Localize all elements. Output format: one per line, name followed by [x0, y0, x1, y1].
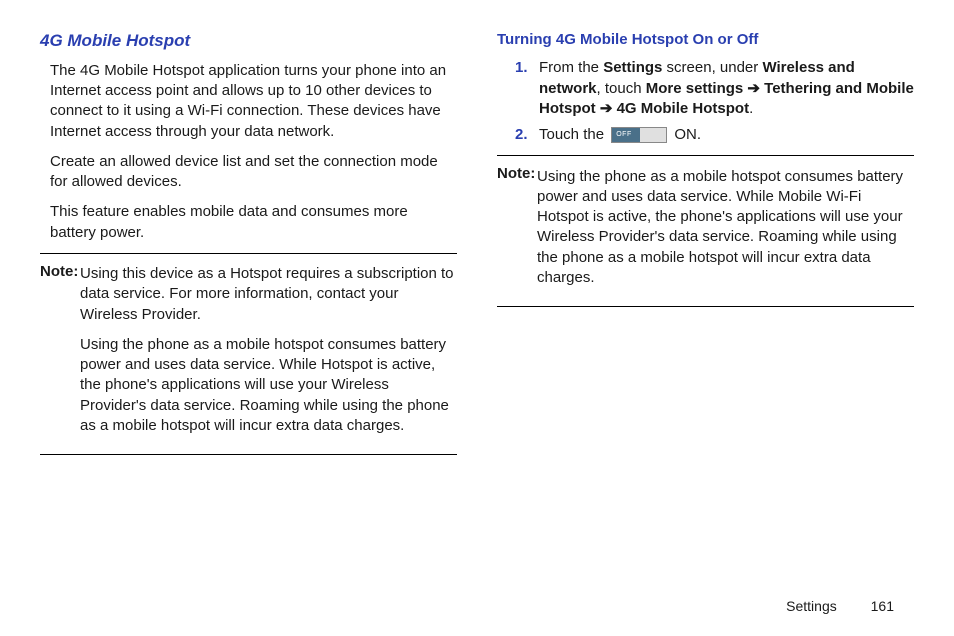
list-item: 1. From the Settings screen, under Wirel…: [515, 58, 914, 119]
note-block: Note: Using this device as a Hotspot req…: [40, 253, 457, 455]
note-line: Note: Using this device as a Hotspot req…: [40, 262, 457, 325]
paragraph: Create an allowed device list and set th…: [50, 152, 457, 193]
left-column: 4G Mobile Hotspot The 4G Mobile Hotspot …: [40, 30, 457, 465]
text: , touch: [597, 80, 646, 97]
note-label: Note:: [497, 165, 535, 182]
note-line: Note: Using the phone as a mobile hotspo…: [497, 164, 914, 288]
section-heading-4g-mobile-hotspot: 4G Mobile Hotspot: [40, 30, 457, 53]
note-label: Note:: [40, 263, 78, 280]
step-body: Touch the ON.: [539, 125, 914, 145]
bold-text: More settings: [646, 80, 744, 97]
arrow-icon: ➔: [743, 80, 764, 97]
arrow-icon: ➔: [596, 100, 617, 117]
step-number: 2.: [515, 125, 539, 145]
right-column: Turning 4G Mobile Hotspot On or Off 1. F…: [497, 30, 914, 465]
paragraph: This feature enables mobile data and con…: [50, 202, 457, 243]
text: ON.: [670, 126, 701, 143]
bold-text: 4G Mobile Hotspot: [617, 100, 750, 117]
text: From the: [539, 59, 603, 76]
paragraph: The 4G Mobile Hotspot application turns …: [50, 61, 457, 142]
toggle-off-icon: [611, 127, 667, 143]
page-footer: Settings 161: [786, 597, 894, 616]
step-number: 1.: [515, 58, 539, 119]
subsection-heading-turning-on-off: Turning 4G Mobile Hotspot On or Off: [497, 30, 914, 50]
footer-section-name: Settings: [786, 598, 837, 614]
note-text: Using this device as a Hotspot requires …: [80, 264, 457, 325]
bold-text: Settings: [603, 59, 662, 76]
text: .: [749, 100, 753, 117]
step-body: From the Settings screen, under Wireless…: [539, 58, 914, 119]
page-number: 161: [871, 598, 894, 614]
note-text: Using the phone as a mobile hotspot cons…: [537, 167, 914, 289]
list-item: 2. Touch the ON.: [515, 125, 914, 145]
ordered-list: 1. From the Settings screen, under Wirel…: [515, 58, 914, 145]
note-block: Note: Using the phone as a mobile hotspo…: [497, 155, 914, 307]
text: screen, under: [662, 59, 762, 76]
note-text: Using the phone as a mobile hotspot cons…: [80, 335, 457, 436]
text: Touch the: [539, 126, 608, 143]
